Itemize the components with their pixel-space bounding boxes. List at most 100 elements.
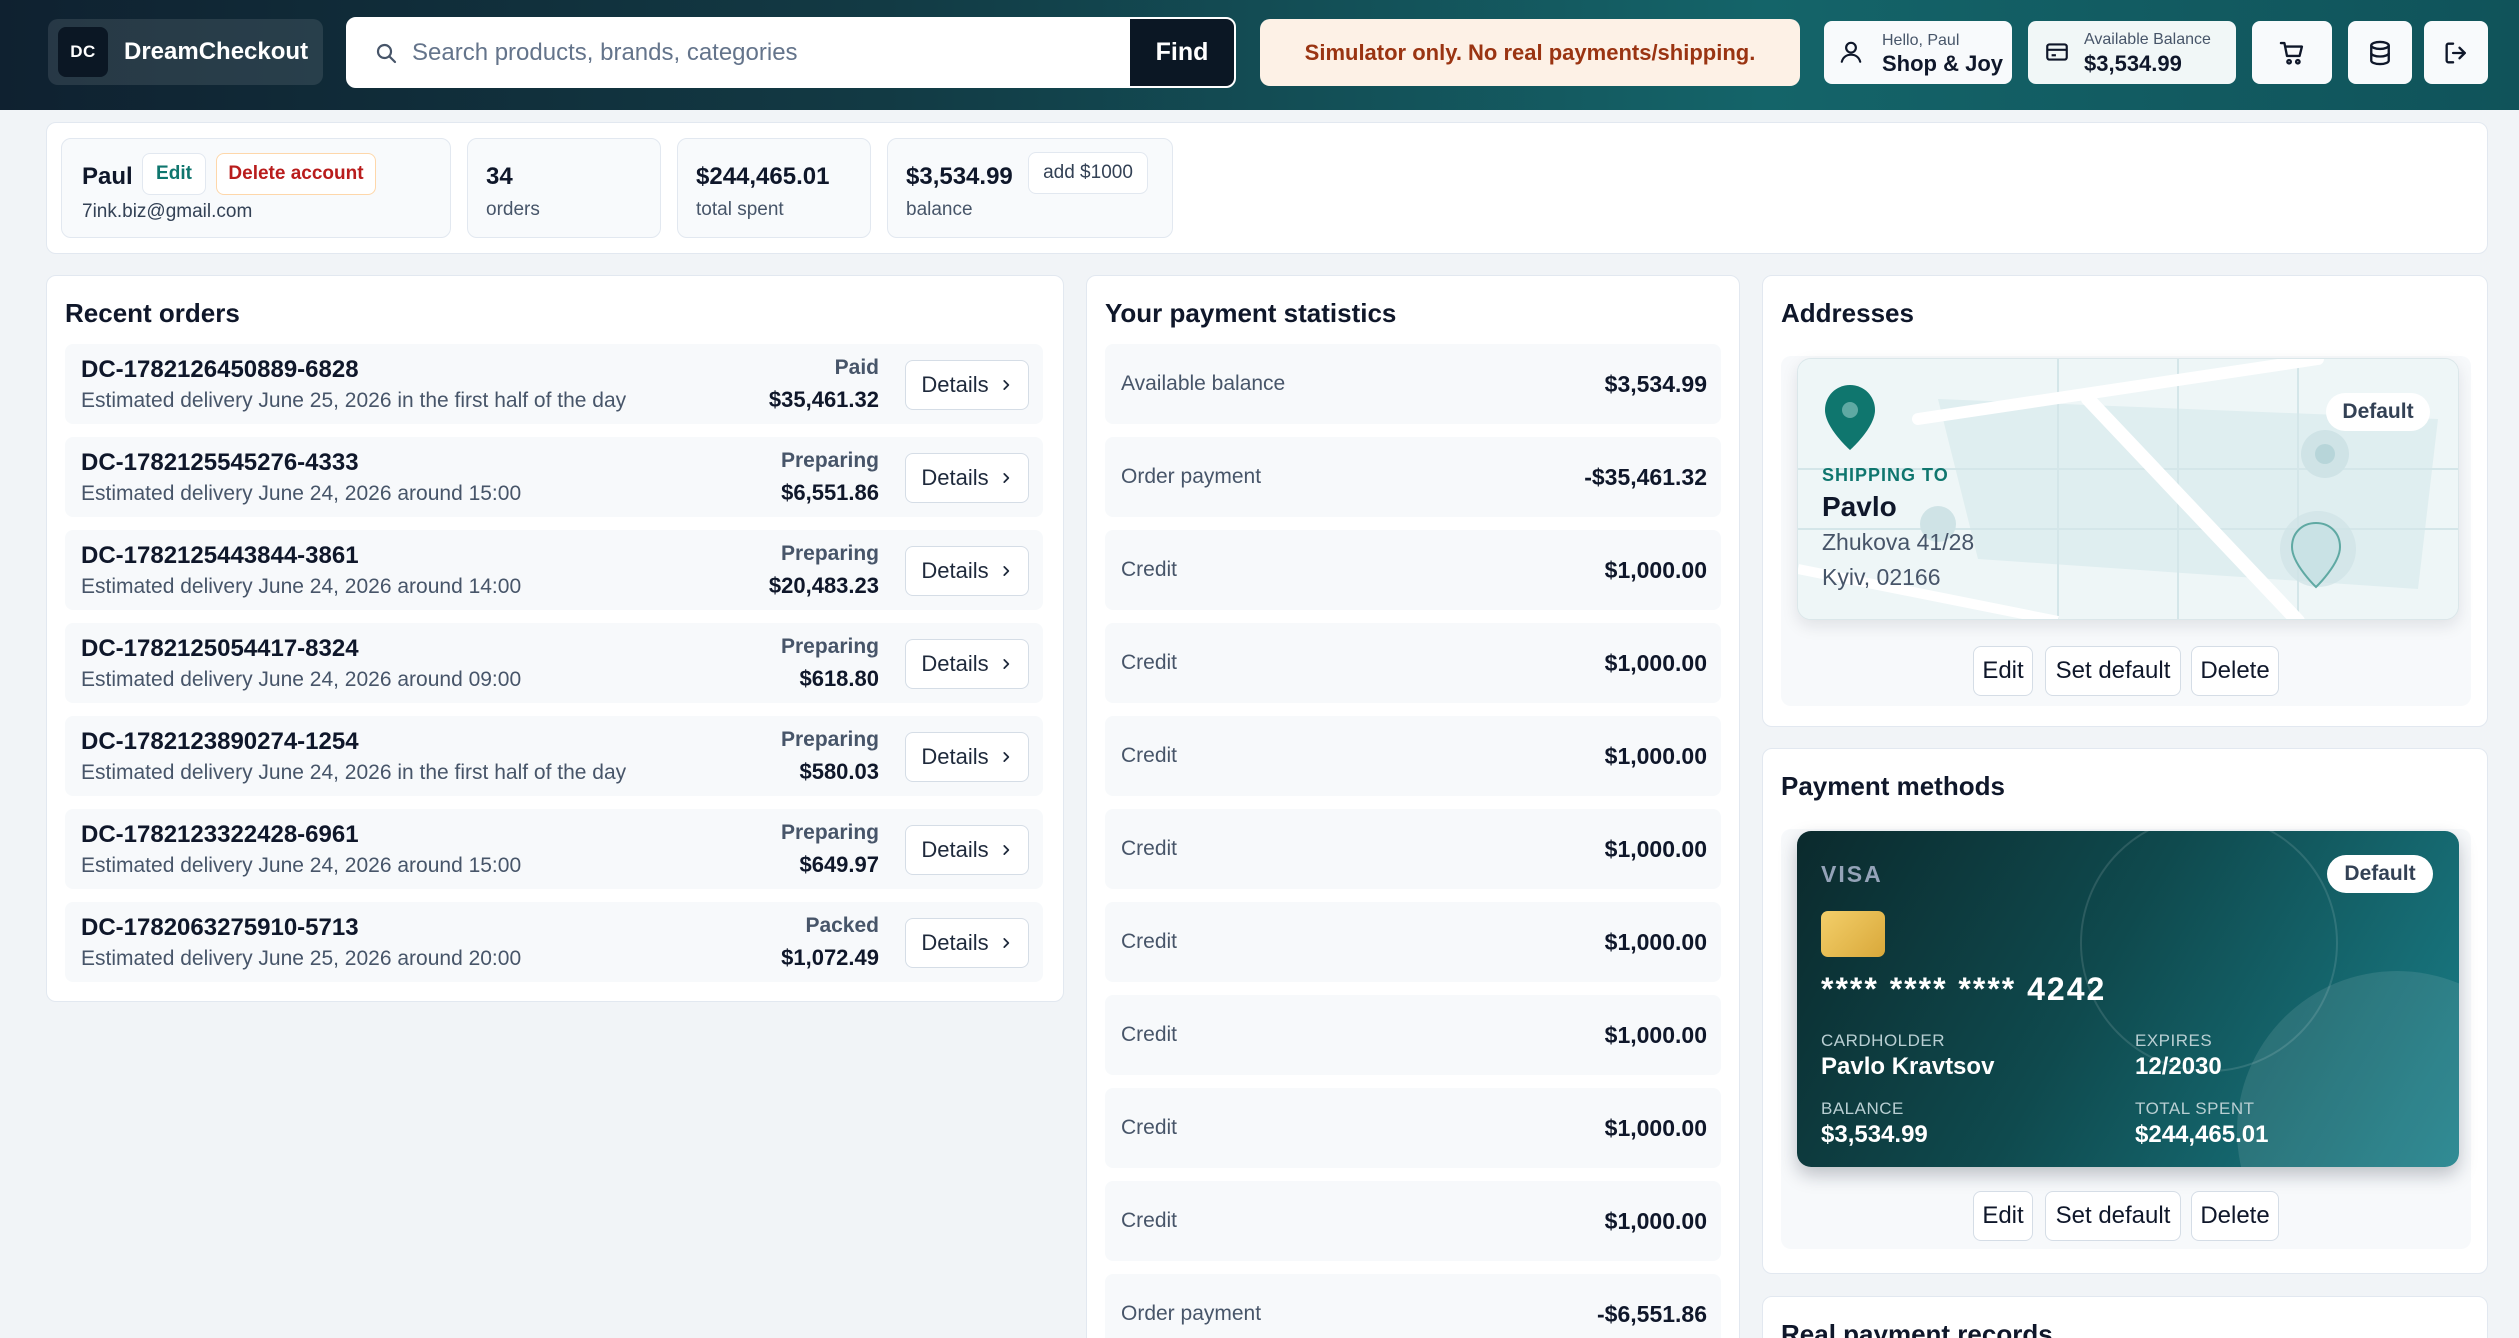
order-status: Preparing [780, 449, 879, 472]
order-status: Packed [805, 914, 879, 937]
add-funds-button[interactable]: add $1000 [1028, 152, 1148, 194]
order-id: DC-1782125054417-8324 [81, 635, 359, 662]
order-details-button[interactable]: Details [905, 825, 1029, 875]
payment-stat-row: Credit $1,000.00 [1105, 809, 1721, 889]
balance-button[interactable]: Available Balance $3,534.99 [2028, 21, 2236, 84]
order-eta: Estimated delivery June 25, 2026 around … [81, 947, 522, 970]
order-details-button[interactable]: Details [905, 918, 1029, 968]
order-row: DC-1782125545276-4333 Estimated delivery … [65, 437, 1043, 517]
card-brand: VISA [1821, 861, 1883, 887]
shipping-to-label: SHIPPING TO [1822, 465, 1949, 485]
order-status: Paid [834, 356, 879, 379]
edit-address-button[interactable]: Edit [1973, 646, 2033, 696]
order-amount: $35,461.32 [768, 387, 879, 412]
details-label: Details [921, 651, 989, 676]
order-amount: $618.80 [799, 666, 879, 691]
details-label: Details [921, 372, 989, 397]
order-status: Preparing [780, 821, 879, 844]
database-icon [2370, 40, 2390, 65]
order-amount: $649.97 [799, 852, 879, 877]
payment-stat-value: $1,000.00 [1604, 557, 1707, 583]
search-input[interactable] [412, 19, 1052, 86]
payment-stat-label: Order payment [1121, 465, 1262, 488]
delete-account-button[interactable]: Delete account [216, 153, 376, 195]
order-id: DC-1782125443844-3861 [81, 542, 359, 569]
order-row: DC-1782123322428-6961 Estimated delivery … [65, 809, 1043, 889]
order-id: DC-1782123890274-1254 [81, 728, 359, 755]
chevron-right-icon [1003, 380, 1009, 390]
payment-stat-label: Available balance [1121, 372, 1286, 395]
edit-card-button[interactable]: Edit [1973, 1191, 2033, 1241]
expires-value: 12/2030 [2135, 1053, 2222, 1080]
payment-stat-label: Credit [1121, 1023, 1178, 1046]
brand[interactable]: DC DreamCheckout [48, 19, 323, 85]
simulator-notice: Simulator only. No real payments/shippin… [1260, 19, 1800, 86]
order-status: Preparing [780, 542, 879, 565]
order-amount: $20,483.23 [768, 573, 879, 598]
payment-stat-row: Credit $1,000.00 [1105, 995, 1721, 1075]
addresses-panel: Addresses Default SHIPPING TO Pavlo Zhuk… [1762, 275, 2488, 727]
card-balance-value: $3,534.99 [1821, 1121, 1928, 1148]
payment-stat-value: -$35,461.32 [1584, 464, 1707, 490]
chevron-right-icon [1003, 659, 1009, 669]
card-spent-value: $244,465.01 [2135, 1121, 2269, 1148]
payment-stat-row: Order payment -$35,461.32 [1105, 437, 1721, 517]
payment-stat-row: Credit $1,000.00 [1105, 716, 1721, 796]
payment-stat-label: Credit [1121, 837, 1178, 860]
details-label: Details [921, 837, 989, 862]
delete-card-button[interactable]: Delete [2191, 1191, 2279, 1241]
order-id: DC-1782125545276-4333 [81, 449, 359, 476]
payment-stat-row: Credit $1,000.00 [1105, 623, 1721, 703]
edit-profile-button[interactable]: Edit [142, 153, 206, 195]
find-button[interactable]: Find [1130, 19, 1234, 86]
order-id: DC-1782063275910-5713 [81, 914, 359, 941]
balance-value: $3,534.99 [2084, 51, 2182, 76]
visa-card[interactable]: VISA Default **** **** **** 4242 CARDHOL… [1797, 831, 2459, 1167]
order-details-button[interactable]: Details [905, 732, 1029, 782]
order-details-button[interactable]: Details [905, 546, 1029, 596]
payment-stat-row: Available balance $3,534.99 [1105, 344, 1721, 424]
address-item: Default SHIPPING TO Pavlo Zhukova 41/28 … [1781, 356, 2471, 706]
order-details-button[interactable]: Details [905, 453, 1029, 503]
chevron-right-icon [1003, 566, 1009, 576]
card-chip-icon [1821, 911, 1885, 957]
payment-method-item: VISA Default **** **** **** 4242 CARDHOL… [1781, 829, 2471, 1249]
payment-methods-panel: Payment methods VISA Default **** **** *… [1762, 748, 2488, 1274]
order-amount: $580.03 [799, 759, 879, 784]
order-details-button[interactable]: Details [905, 639, 1029, 689]
address-default-badge: Default [2326, 393, 2430, 431]
payment-stats-title: Your payment statistics [1105, 298, 1397, 328]
payment-stat-label: Credit [1121, 744, 1178, 767]
set-default-address-button[interactable]: Set default [2045, 646, 2181, 696]
balance-label: Available Balance [2084, 31, 2211, 48]
search-icon [376, 43, 397, 64]
delete-address-button[interactable]: Delete [2191, 646, 2279, 696]
payment-stat-value: $3,534.99 [1604, 371, 1707, 397]
order-eta: Estimated delivery June 24, 2026 in the … [81, 761, 627, 784]
address-line2: Kyiv, 02166 [1822, 564, 1941, 590]
payment-stat-value: $1,000.00 [1604, 1208, 1707, 1234]
set-default-card-button[interactable]: Set default [2045, 1191, 2181, 1241]
logout-icon [2445, 42, 2466, 63]
order-amount: $1,072.49 [781, 945, 879, 970]
details-label: Details [921, 744, 989, 769]
orders-label: orders [486, 199, 540, 220]
database-button[interactable] [2348, 21, 2412, 84]
order-details-button[interactable]: Details [905, 360, 1029, 410]
payment-stat-row: Credit $1,000.00 [1105, 530, 1721, 610]
payment-stat-row: Credit $1,000.00 [1105, 902, 1721, 982]
details-label: Details [921, 930, 989, 955]
payment-stat-row: Order payment -$6,551.86 [1105, 1274, 1721, 1338]
brand-name: DreamCheckout [124, 38, 309, 65]
order-eta: Estimated delivery June 24, 2026 around … [81, 575, 522, 598]
payment-stat-value: $1,000.00 [1604, 836, 1707, 862]
address-card[interactable]: Default SHIPPING TO Pavlo Zhukova 41/28 … [1797, 358, 2459, 620]
logout-button[interactable] [2424, 21, 2488, 84]
profile-balance-label: balance [906, 199, 973, 220]
total-spent-value: $244,465.01 [696, 163, 830, 190]
cardholder-name: Pavlo Kravtsov [1821, 1053, 1995, 1080]
card-default-badge: Default [2327, 855, 2433, 893]
user-menu-button[interactable]: Hello, Paul Shop & Joy [1824, 21, 2012, 84]
profile-balance-value: $3,534.99 [906, 163, 1013, 190]
cart-button[interactable] [2252, 21, 2332, 84]
